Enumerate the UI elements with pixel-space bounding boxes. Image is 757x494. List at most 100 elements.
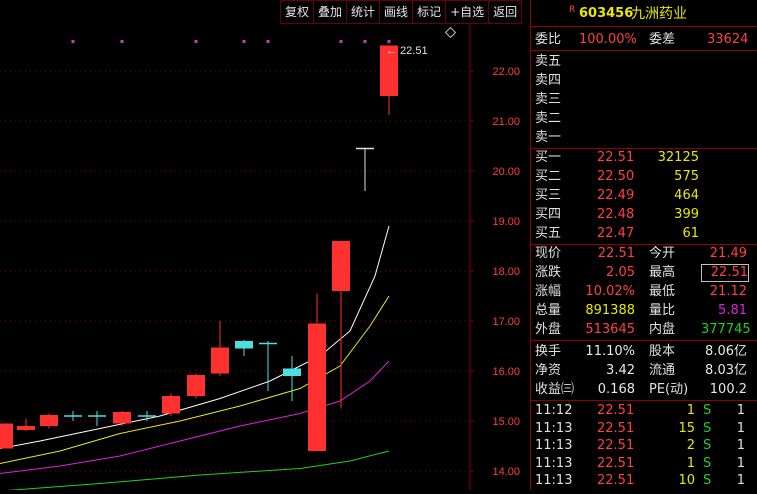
buy-level-row[interactable]: 买二 22.50 575: [531, 167, 757, 187]
quote-label: 外盘: [535, 322, 562, 337]
rights-badge: R: [569, 5, 576, 15]
candle[interactable]: [0, 423, 13, 449]
quote-label: 现价: [535, 246, 562, 261]
buy-level-volume: 575: [674, 169, 699, 184]
fundamental-label: 换手: [535, 344, 562, 359]
price-tick-label: 21.00: [492, 116, 520, 128]
candle[interactable]: [64, 411, 82, 421]
candle[interactable]: [332, 241, 350, 409]
quote-panel: R 603456 九洲药业 委比 100.00% 委差 33624 卖五卖四卖三…: [530, 0, 757, 490]
order-ratio-row: 委比 100.00% 委差 33624: [531, 30, 757, 50]
candle[interactable]: [235, 340, 253, 356]
order-ratio-label: 委比: [535, 32, 562, 47]
draw-line-button[interactable]: 画线: [379, 0, 413, 24]
price-tick-label: 22.00: [492, 66, 520, 78]
buy-level-label: 买四: [535, 207, 562, 222]
fundamental-label: 流通: [649, 363, 676, 378]
candlestick-chart[interactable]: ← 22.51 22.00 21.00 20.00 19.00 18.00 17.00 16…: [0, 24, 530, 492]
event-marker[interactable]: [339, 40, 343, 43]
quote-row: 外盘 513645 内盘 377745: [531, 320, 757, 340]
event-marker[interactable]: [363, 40, 367, 43]
buy-level-label: 买三: [535, 188, 562, 203]
fundamental-label: 净资: [535, 363, 562, 378]
stock-header: R 603456 九洲药业: [531, 4, 757, 24]
quote-value: 891388: [585, 303, 635, 318]
event-markers: [71, 40, 391, 43]
price-axis: 22.00 21.00 20.00 19.00 18.00 17.00 16.00 15.00…: [492, 66, 520, 478]
sell-level-row[interactable]: 卖四: [531, 71, 757, 91]
fundamental-value: 0.168: [597, 382, 635, 397]
diamond-icon[interactable]: [444, 26, 457, 39]
candle[interactable]: [162, 393, 180, 417]
stock-name[interactable]: 九洲药业: [631, 4, 687, 24]
event-marker[interactable]: [242, 40, 246, 43]
tick-count: 1: [736, 473, 745, 489]
buy-level-label: 买五: [535, 226, 562, 241]
price-tick-label: 16.00: [492, 366, 520, 378]
quote-label: 最高: [649, 265, 676, 280]
quote-value: 513645: [585, 322, 635, 337]
event-marker[interactable]: [194, 40, 198, 43]
fundamental-value: 3.42: [606, 363, 635, 378]
fundamental-value: 8.06亿: [705, 344, 747, 359]
candle[interactable]: [138, 411, 156, 421]
quote-value: 21.12: [709, 284, 747, 299]
candle[interactable]: [211, 321, 229, 376]
candle[interactable]: [17, 418, 35, 432]
candle[interactable]: [356, 147, 374, 192]
quote-label: 量比: [649, 303, 676, 318]
buy-level-price: 22.50: [597, 169, 635, 184]
sell-level-row[interactable]: 卖五: [531, 52, 757, 72]
candle[interactable]: [187, 373, 205, 399]
add-watchlist-button[interactable]: +自选: [445, 0, 489, 24]
buy-level-price: 22.48: [597, 207, 635, 222]
order-diff-value: 33624: [707, 32, 749, 47]
price-tick-label: 17.00: [492, 316, 520, 328]
sell-level-row[interactable]: 卖一: [531, 128, 757, 148]
moving-average-lines: [0, 225, 390, 492]
quote-label: 内盘: [649, 322, 676, 337]
quote-label: 总量: [535, 303, 562, 318]
candle[interactable]: [283, 356, 301, 401]
sell-level-label: 卖二: [535, 111, 562, 126]
stock-code[interactable]: 603456: [579, 4, 633, 24]
sell-level-row[interactable]: 卖三: [531, 90, 757, 110]
event-marker[interactable]: [266, 40, 270, 43]
overlay-button[interactable]: 叠加: [313, 0, 347, 24]
fundamental-value: 8.03亿: [705, 363, 747, 378]
fundamental-value: 11.10%: [585, 344, 635, 359]
buy-level-row[interactable]: 买四 22.48 399: [531, 205, 757, 225]
buy-level-row[interactable]: 买一 22.51 32125: [531, 148, 757, 168]
price-tick-label: 15.00: [492, 416, 520, 428]
sell-level-row[interactable]: 卖二: [531, 109, 757, 129]
trade-tick-row[interactable]: 11:13 22.51 10 S 1: [531, 471, 757, 491]
back-button[interactable]: 返回: [488, 0, 523, 24]
price-tick-label: 20.00: [492, 166, 520, 178]
price-tick-label: 19.00: [492, 216, 520, 228]
event-marker[interactable]: [120, 40, 124, 43]
quote-label: 今开: [649, 246, 676, 261]
event-marker[interactable]: [71, 40, 75, 43]
quote-value: 21.49: [709, 246, 747, 261]
quote-row: 涨幅 10.02% 最低 21.12: [531, 282, 757, 302]
candle[interactable]: [40, 413, 58, 429]
buy-level-row[interactable]: 买五 22.47 61: [531, 224, 757, 244]
quote-row: 现价 22.51 今开 21.49: [531, 244, 757, 264]
quote-value: 22.51: [597, 246, 635, 261]
candle[interactable]: [113, 411, 131, 426]
buy-level-price: 22.47: [597, 226, 635, 241]
statistics-button[interactable]: 统计: [346, 0, 380, 24]
candle[interactable]: [88, 411, 106, 426]
sell-level-label: 卖四: [535, 73, 562, 88]
chart-canvas[interactable]: ← 22.51 22.00 21.00 20.00 19.00 18.00 17.00 16…: [0, 24, 530, 492]
fundamental-value: 100.2: [709, 382, 747, 397]
restore-rights-button[interactable]: 复权: [280, 0, 314, 24]
buy-level-row[interactable]: 买三 22.49 464: [531, 186, 757, 206]
event-marker[interactable]: [387, 40, 391, 43]
sell-level-label: 卖三: [535, 92, 562, 107]
sell-level-label: 卖五: [535, 54, 562, 69]
mark-button[interactable]: 标记: [412, 0, 446, 24]
candle[interactable]: [308, 293, 326, 452]
quote-value: 2.05: [606, 265, 635, 280]
buy-level-volume: 399: [674, 207, 699, 222]
